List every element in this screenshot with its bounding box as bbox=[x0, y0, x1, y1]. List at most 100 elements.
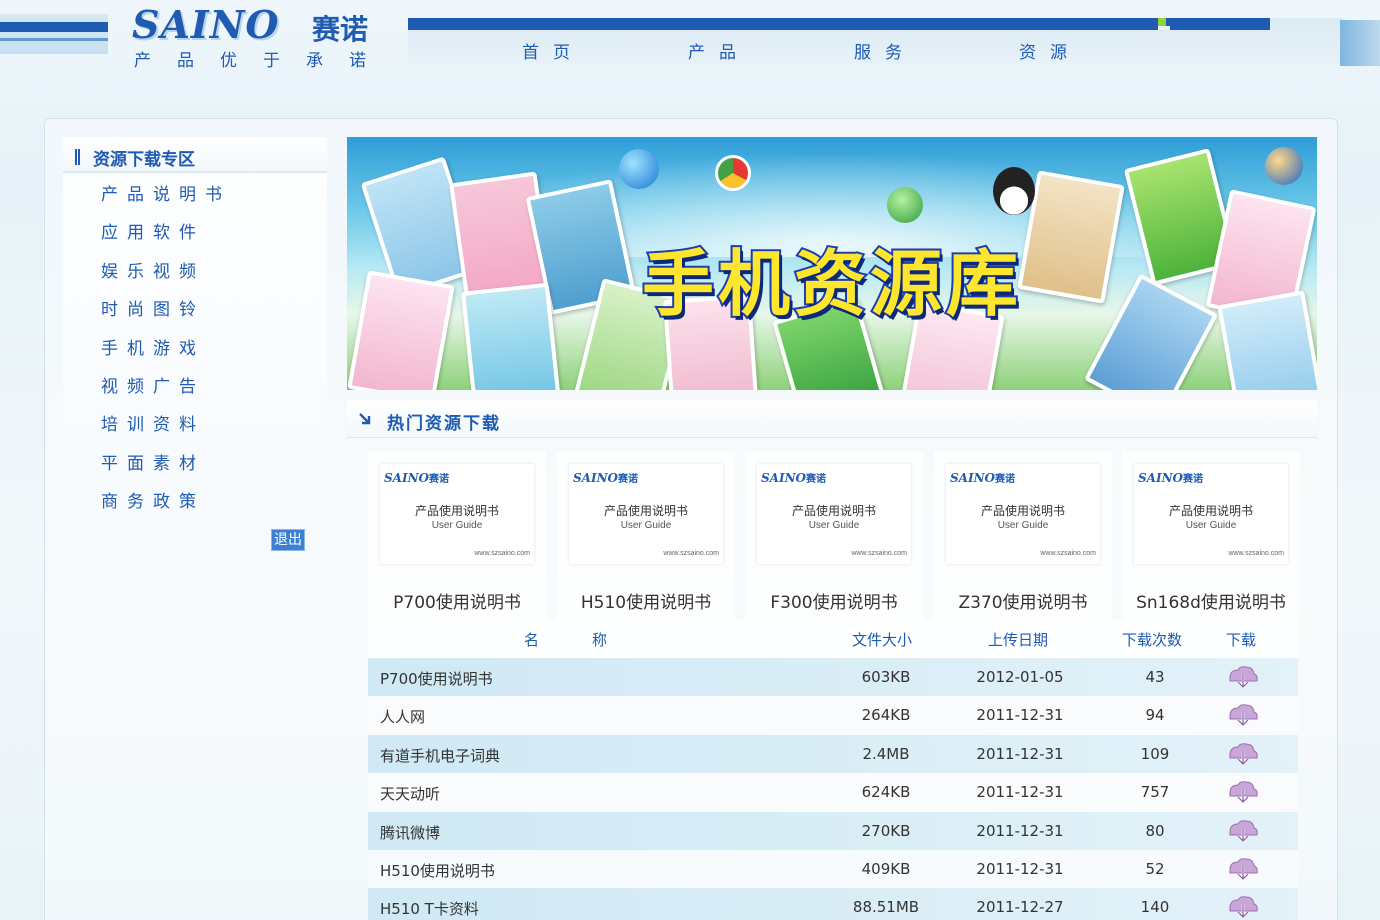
download-icon[interactable] bbox=[1226, 779, 1260, 805]
nav-item-resources[interactable]: 资源 bbox=[1019, 38, 1081, 63]
table-row: 人人网 264KB 2011-12-31 94 bbox=[368, 696, 1298, 735]
thumbnail-url: www.szsaino.com bbox=[1228, 550, 1284, 557]
messenger-icon bbox=[887, 187, 923, 223]
nav-item-home[interactable]: 首页 bbox=[522, 38, 584, 63]
column-header-size: 文件大小 bbox=[852, 631, 913, 649]
download-icon[interactable] bbox=[1226, 702, 1260, 728]
column-header-count: 下载次数 bbox=[1122, 631, 1183, 649]
download-icon[interactable] bbox=[1226, 741, 1260, 767]
sidebar: 资源下载专区 产品说明书 应用软件 娱乐视频 时尚图铃 手机游戏 视频广告 培训… bbox=[63, 137, 327, 567]
sidebar-item-video-ads[interactable]: 视频广告 bbox=[101, 377, 231, 415]
hot-item-link[interactable]: Z370使用说明书 bbox=[934, 588, 1112, 613]
banner-phone-screen bbox=[1217, 290, 1317, 390]
file-size: 88.51MB bbox=[852, 898, 920, 917]
thumbnail-logo: SAINO赛诺 bbox=[384, 471, 450, 485]
table-row: P700使用说明书 603KB 2012-01-05 43 bbox=[368, 658, 1298, 697]
upload-date: 2011-12-31 bbox=[976, 859, 1064, 878]
manual-cover-thumbnail[interactable]: SAINO赛诺 产品使用说明书 User Guide www.szsaino.c… bbox=[569, 464, 723, 564]
sidebar-item-graphics[interactable]: 平面素材 bbox=[101, 454, 231, 492]
nav-top-bar bbox=[408, 18, 1270, 30]
file-name-link[interactable]: 有道手机电子词典 bbox=[380, 745, 500, 766]
file-name-link[interactable]: H510使用说明书 bbox=[380, 860, 495, 881]
hot-item-link[interactable]: H510使用说明书 bbox=[557, 588, 735, 613]
upload-date: 2011-12-31 bbox=[976, 783, 1064, 802]
nav-item-products[interactable]: 产品 bbox=[688, 38, 750, 63]
download-icon[interactable] bbox=[1226, 818, 1260, 844]
nav-item-services[interactable]: 服务 bbox=[854, 38, 916, 63]
file-name-link[interactable]: P700使用说明书 bbox=[380, 668, 493, 689]
banner-title: 手机资源库 bbox=[640, 240, 1022, 328]
download-count: 757 bbox=[1140, 783, 1170, 802]
download-icon[interactable] bbox=[1226, 664, 1260, 690]
sidebar-item-software[interactable]: 应用软件 bbox=[101, 223, 231, 261]
thumbnail-url: www.szsaino.com bbox=[851, 550, 907, 557]
upload-date: 2011-12-27 bbox=[976, 898, 1064, 917]
hot-item: SAINO赛诺 产品使用说明书 User Guide www.szsaino.c… bbox=[934, 452, 1112, 620]
column-header-name-1: 名 bbox=[524, 631, 540, 649]
thumbnail-logo: SAINO赛诺 bbox=[761, 471, 827, 485]
download-count: 80 bbox=[1145, 821, 1165, 840]
sidebar-header: 资源下载专区 bbox=[63, 137, 327, 173]
table-body: P700使用说明书 603KB 2012-01-05 43 人人网 264KB … bbox=[368, 658, 1298, 920]
sidebar-menu: 产品说明书 应用软件 娱乐视频 时尚图铃 手机游戏 视频广告 培训资料 平面素材… bbox=[101, 185, 231, 531]
logo[interactable]: SAINO 赛诺 产品优于承诺 bbox=[132, 2, 392, 71]
thumbnail-title: 产品使用说明书 bbox=[791, 504, 876, 518]
upload-date: 2011-12-31 bbox=[976, 744, 1064, 763]
table-row: H510使用说明书 409KB 2011-12-31 52 bbox=[368, 849, 1298, 889]
arrow-down-right-icon bbox=[359, 413, 371, 425]
file-size: 264KB bbox=[861, 706, 911, 725]
hot-item: SAINO赛诺 产品使用说明书 User Guide www.szsaino.c… bbox=[557, 452, 735, 620]
firefox-icon bbox=[1265, 147, 1303, 185]
sidebar-item-training[interactable]: 培训资料 bbox=[101, 415, 231, 453]
column-header-name-2: 称 bbox=[592, 631, 608, 649]
file-name-link[interactable]: 腾讯微博 bbox=[380, 822, 440, 843]
banner-phone-screen bbox=[460, 282, 562, 390]
thumbnail-subtitle: User Guide bbox=[431, 520, 483, 531]
sidebar-item-ringtones[interactable]: 时尚图铃 bbox=[101, 300, 231, 338]
table-row: 腾讯微博 270KB 2011-12-31 80 bbox=[368, 811, 1298, 850]
sidebar-title: 资源下载专区 bbox=[93, 150, 195, 170]
column-header-download: 下载 bbox=[1226, 631, 1257, 649]
browser-icon bbox=[619, 149, 659, 189]
sidebar-item-video[interactable]: 娱乐视频 bbox=[101, 262, 231, 300]
thumbnail-logo: SAINO赛诺 bbox=[1138, 471, 1204, 485]
file-size: 2.4MB bbox=[862, 744, 910, 763]
qq-penguin-icon bbox=[993, 167, 1035, 215]
thumbnail-subtitle: User Guide bbox=[620, 520, 672, 531]
thumbnail-title: 产品使用说明书 bbox=[1168, 504, 1253, 518]
hot-item-link[interactable]: F300使用说明书 bbox=[745, 588, 923, 613]
thumbnail-title: 产品使用说明书 bbox=[980, 504, 1065, 518]
logo-wordmark: SAINO bbox=[132, 2, 280, 47]
logo-slogan: 产品优于承诺 bbox=[134, 51, 392, 71]
table-row: 天天动听 624KB 2011-12-31 757 bbox=[368, 773, 1298, 812]
hot-item-link[interactable]: Sn168d使用说明书 bbox=[1122, 588, 1300, 613]
download-icon[interactable] bbox=[1226, 856, 1260, 882]
manual-cover-thumbnail[interactable]: SAINO赛诺 产品使用说明书 User Guide www.szsaino.c… bbox=[757, 464, 911, 564]
banner-phone-screen bbox=[347, 270, 455, 390]
file-name-link[interactable]: 人人网 bbox=[380, 706, 425, 727]
thumbnail-title: 产品使用说明书 bbox=[603, 504, 688, 518]
manual-cover-thumbnail[interactable]: SAINO赛诺 产品使用说明书 User Guide www.szsaino.c… bbox=[1134, 464, 1288, 564]
logo-chinese-name: 赛诺 bbox=[312, 13, 369, 46]
hot-item-link[interactable]: P700使用说明书 bbox=[368, 588, 546, 613]
sidebar-bar-icon bbox=[75, 149, 80, 165]
header-decor-right bbox=[1340, 20, 1380, 66]
sidebar-item-manuals[interactable]: 产品说明书 bbox=[101, 185, 231, 223]
thumbnail-url: www.szsaino.com bbox=[1040, 550, 1096, 557]
sidebar-item-games[interactable]: 手机游戏 bbox=[101, 339, 231, 377]
upload-date: 2011-12-31 bbox=[976, 821, 1064, 840]
file-name-link[interactable]: 天天动听 bbox=[380, 783, 440, 804]
download-icon[interactable] bbox=[1226, 894, 1260, 920]
file-size: 409KB bbox=[861, 859, 911, 878]
file-size: 270KB bbox=[861, 821, 911, 840]
file-name-link[interactable]: H510 T卡资料 bbox=[380, 898, 479, 919]
manual-cover-thumbnail[interactable]: SAINO赛诺 产品使用说明书 User Guide www.szsaino.c… bbox=[380, 464, 534, 564]
table-header: 名 称 文件大小 上传日期 下载次数 下载 bbox=[368, 620, 1298, 658]
manual-cover-thumbnail[interactable]: SAINO赛诺 产品使用说明书 User Guide www.szsaino.c… bbox=[946, 464, 1100, 564]
logout-button[interactable]: 退出 bbox=[271, 529, 305, 551]
main-nav: 首页 产品 服务 资源 bbox=[408, 36, 1188, 66]
sidebar-item-policy[interactable]: 商务政策 bbox=[101, 492, 231, 530]
download-count: 140 bbox=[1140, 898, 1170, 917]
thumbnail-subtitle: User Guide bbox=[1185, 520, 1237, 531]
download-count: 94 bbox=[1145, 706, 1165, 725]
